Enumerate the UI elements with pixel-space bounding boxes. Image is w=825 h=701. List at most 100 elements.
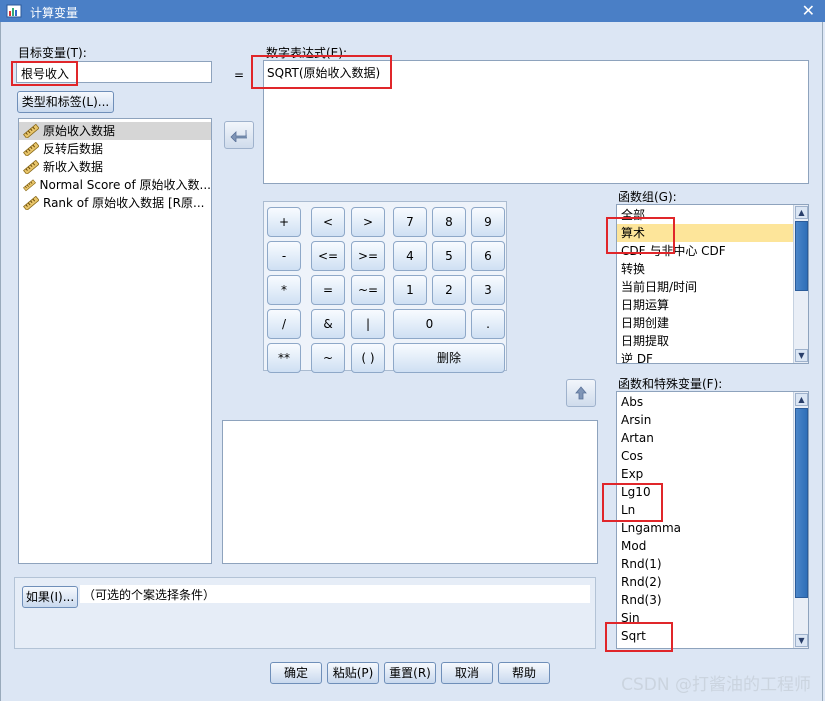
scale-variable-icon: [23, 124, 39, 138]
source-variable-item[interactable]: 原始收入数据: [19, 122, 211, 140]
calc-key[interactable]: 7: [393, 207, 427, 237]
type-label-button[interactable]: 类型和标签(L)...: [17, 91, 114, 113]
calc-key[interactable]: 1: [393, 275, 427, 305]
function-group-item[interactable]: 逆 DF: [617, 350, 793, 363]
function-item[interactable]: Trunc(1): [617, 645, 793, 648]
source-variable-name: 原始收入数据: [43, 124, 116, 138]
calc-key[interactable]: 0: [393, 309, 466, 339]
function-item[interactable]: Exp: [617, 465, 793, 483]
function-group-item[interactable]: 全部: [617, 206, 793, 224]
function-item[interactable]: Artan: [617, 429, 793, 447]
calc-key[interactable]: 8: [432, 207, 466, 237]
function-group-list[interactable]: 全部 算术 CDF 与非中心 CDF 转换 当前日期/时间 日期运算 日期创建 日期提取逆 D…: [616, 204, 809, 364]
functions-list[interactable]: Abs Arsin Artan Cos Exp Lg10 Ln Lngamma Mod Rnd(1…: [616, 391, 809, 649]
if-condition-field: （可选的个案选择条件）: [80, 585, 590, 603]
function-group-item[interactable]: 日期创建: [617, 314, 793, 332]
source-variable-name: 新收入数据: [43, 160, 104, 174]
function-group-scrollbar[interactable]: ▲ ▼: [793, 205, 808, 363]
close-icon[interactable]: ✕: [802, 1, 815, 20]
calc-key[interactable]: *: [267, 275, 301, 305]
calc-key[interactable]: 5: [432, 241, 466, 271]
calc-key[interactable]: >: [351, 207, 385, 237]
source-variable-item[interactable]: 新收入数据: [19, 158, 211, 176]
scale-variable-icon: [23, 160, 39, 174]
function-item[interactable]: Lngamma: [617, 519, 793, 537]
target-var-input[interactable]: 根号收入: [16, 61, 212, 83]
function-item[interactable]: Arsin: [617, 411, 793, 429]
window-title: 计算变量: [30, 6, 79, 20]
if-condition-text: （可选的个案选择条件）: [83, 588, 216, 602]
calc-key[interactable]: **: [267, 343, 301, 373]
expression-input[interactable]: SQRT(原始收入数据): [263, 60, 809, 184]
function-item[interactable]: Cos: [617, 447, 793, 465]
source-variable-name: 反转后数据: [43, 142, 104, 156]
calc-key[interactable]: 3: [471, 275, 505, 305]
app-icon: [6, 4, 22, 18]
scroll-thumb[interactable]: [795, 408, 808, 598]
paste-button[interactable]: 粘贴(P): [327, 662, 379, 684]
arrow-left-icon: [230, 130, 247, 142]
source-variable-list[interactable]: 原始收入数据 反转后数据新收入数据 Normal Score of 原始收入数...…: [18, 118, 212, 564]
source-variable-item[interactable]: Rank of 原始收入数据 [R原...: [19, 194, 211, 212]
calc-key[interactable]: 9: [471, 207, 505, 237]
scroll-up-icon[interactable]: ▲: [795, 393, 808, 406]
move-to-expression-button[interactable]: [224, 121, 254, 149]
function-group-item[interactable]: 日期运算: [617, 296, 793, 314]
calc-key[interactable]: ~=: [351, 275, 385, 305]
calc-key[interactable]: 删除: [393, 343, 505, 373]
function-item[interactable]: Rnd(2): [617, 573, 793, 591]
help-button[interactable]: 帮助: [498, 662, 550, 684]
scale-variable-icon: [23, 142, 39, 156]
function-group-item[interactable]: 当前日期/时间: [617, 278, 793, 296]
ok-button[interactable]: 确定: [270, 662, 322, 684]
calc-key[interactable]: +: [267, 207, 301, 237]
function-group-item[interactable]: 算术: [617, 224, 793, 242]
move-function-up-button[interactable]: [566, 379, 596, 407]
function-item[interactable]: Lg10: [617, 483, 793, 501]
scroll-down-icon[interactable]: ▼: [795, 634, 808, 647]
scale-variable-icon: [23, 196, 39, 210]
calc-key[interactable]: <: [311, 207, 345, 237]
title-bar: 计算变量 ✕: [0, 0, 825, 22]
function-group-item[interactable]: 日期提取: [617, 332, 793, 350]
scroll-down-icon[interactable]: ▼: [795, 349, 808, 362]
expression-value: SQRT(原始收入数据): [267, 66, 381, 80]
watermark: CSDN @打酱油的工程师: [621, 675, 811, 695]
source-variable-name: Normal Score of 原始收入数...: [39, 178, 211, 192]
function-item[interactable]: Rnd(1): [617, 555, 793, 573]
calc-key[interactable]: |: [351, 309, 385, 339]
function-item[interactable]: Sin: [617, 609, 793, 627]
calc-key[interactable]: >=: [351, 241, 385, 271]
calc-key[interactable]: 6: [471, 241, 505, 271]
scroll-up-icon[interactable]: ▲: [795, 206, 808, 219]
expression-label: 数字表达式(E):: [266, 46, 347, 60]
calculator-keypad: + < >7 8 9 - <= >= 4 5 6 * = ~= 1 2 3 /& | 0. ** ~( ) 删除: [263, 201, 507, 373]
function-group-item[interactable]: 转换: [617, 260, 793, 278]
calc-key[interactable]: <=: [311, 241, 345, 271]
function-group-item[interactable]: CDF 与非中心 CDF: [617, 242, 793, 260]
calc-key[interactable]: 4: [393, 241, 427, 271]
calc-key[interactable]: /: [267, 309, 301, 339]
scale-variable-icon: [23, 179, 36, 192]
calc-key[interactable]: .: [471, 309, 505, 339]
source-variable-item[interactable]: 反转后数据: [19, 140, 211, 158]
cancel-button[interactable]: 取消: [441, 662, 493, 684]
functions-scrollbar[interactable]: ▲ ▼: [793, 392, 808, 648]
calc-key[interactable]: ~: [311, 343, 345, 373]
calc-key[interactable]: -: [267, 241, 301, 271]
calc-key[interactable]: ( ): [351, 343, 385, 373]
if-button[interactable]: 如果(I)...: [22, 586, 78, 608]
function-item[interactable]: Ln: [617, 501, 793, 519]
reset-button[interactable]: 重置(R): [384, 662, 436, 684]
scroll-thumb[interactable]: [795, 221, 808, 291]
function-item[interactable]: Abs: [617, 393, 793, 411]
source-variable-item[interactable]: Normal Score of 原始收入数...: [19, 176, 211, 194]
function-item[interactable]: Rnd(3): [617, 591, 793, 609]
target-var-value: 根号收入: [21, 67, 70, 81]
calc-key[interactable]: 2: [432, 275, 466, 305]
calc-key[interactable]: &: [311, 309, 345, 339]
function-item[interactable]: Sqrt: [617, 627, 793, 645]
function-item[interactable]: Mod: [617, 537, 793, 555]
calc-key[interactable]: =: [311, 275, 345, 305]
function-description: [222, 420, 598, 564]
